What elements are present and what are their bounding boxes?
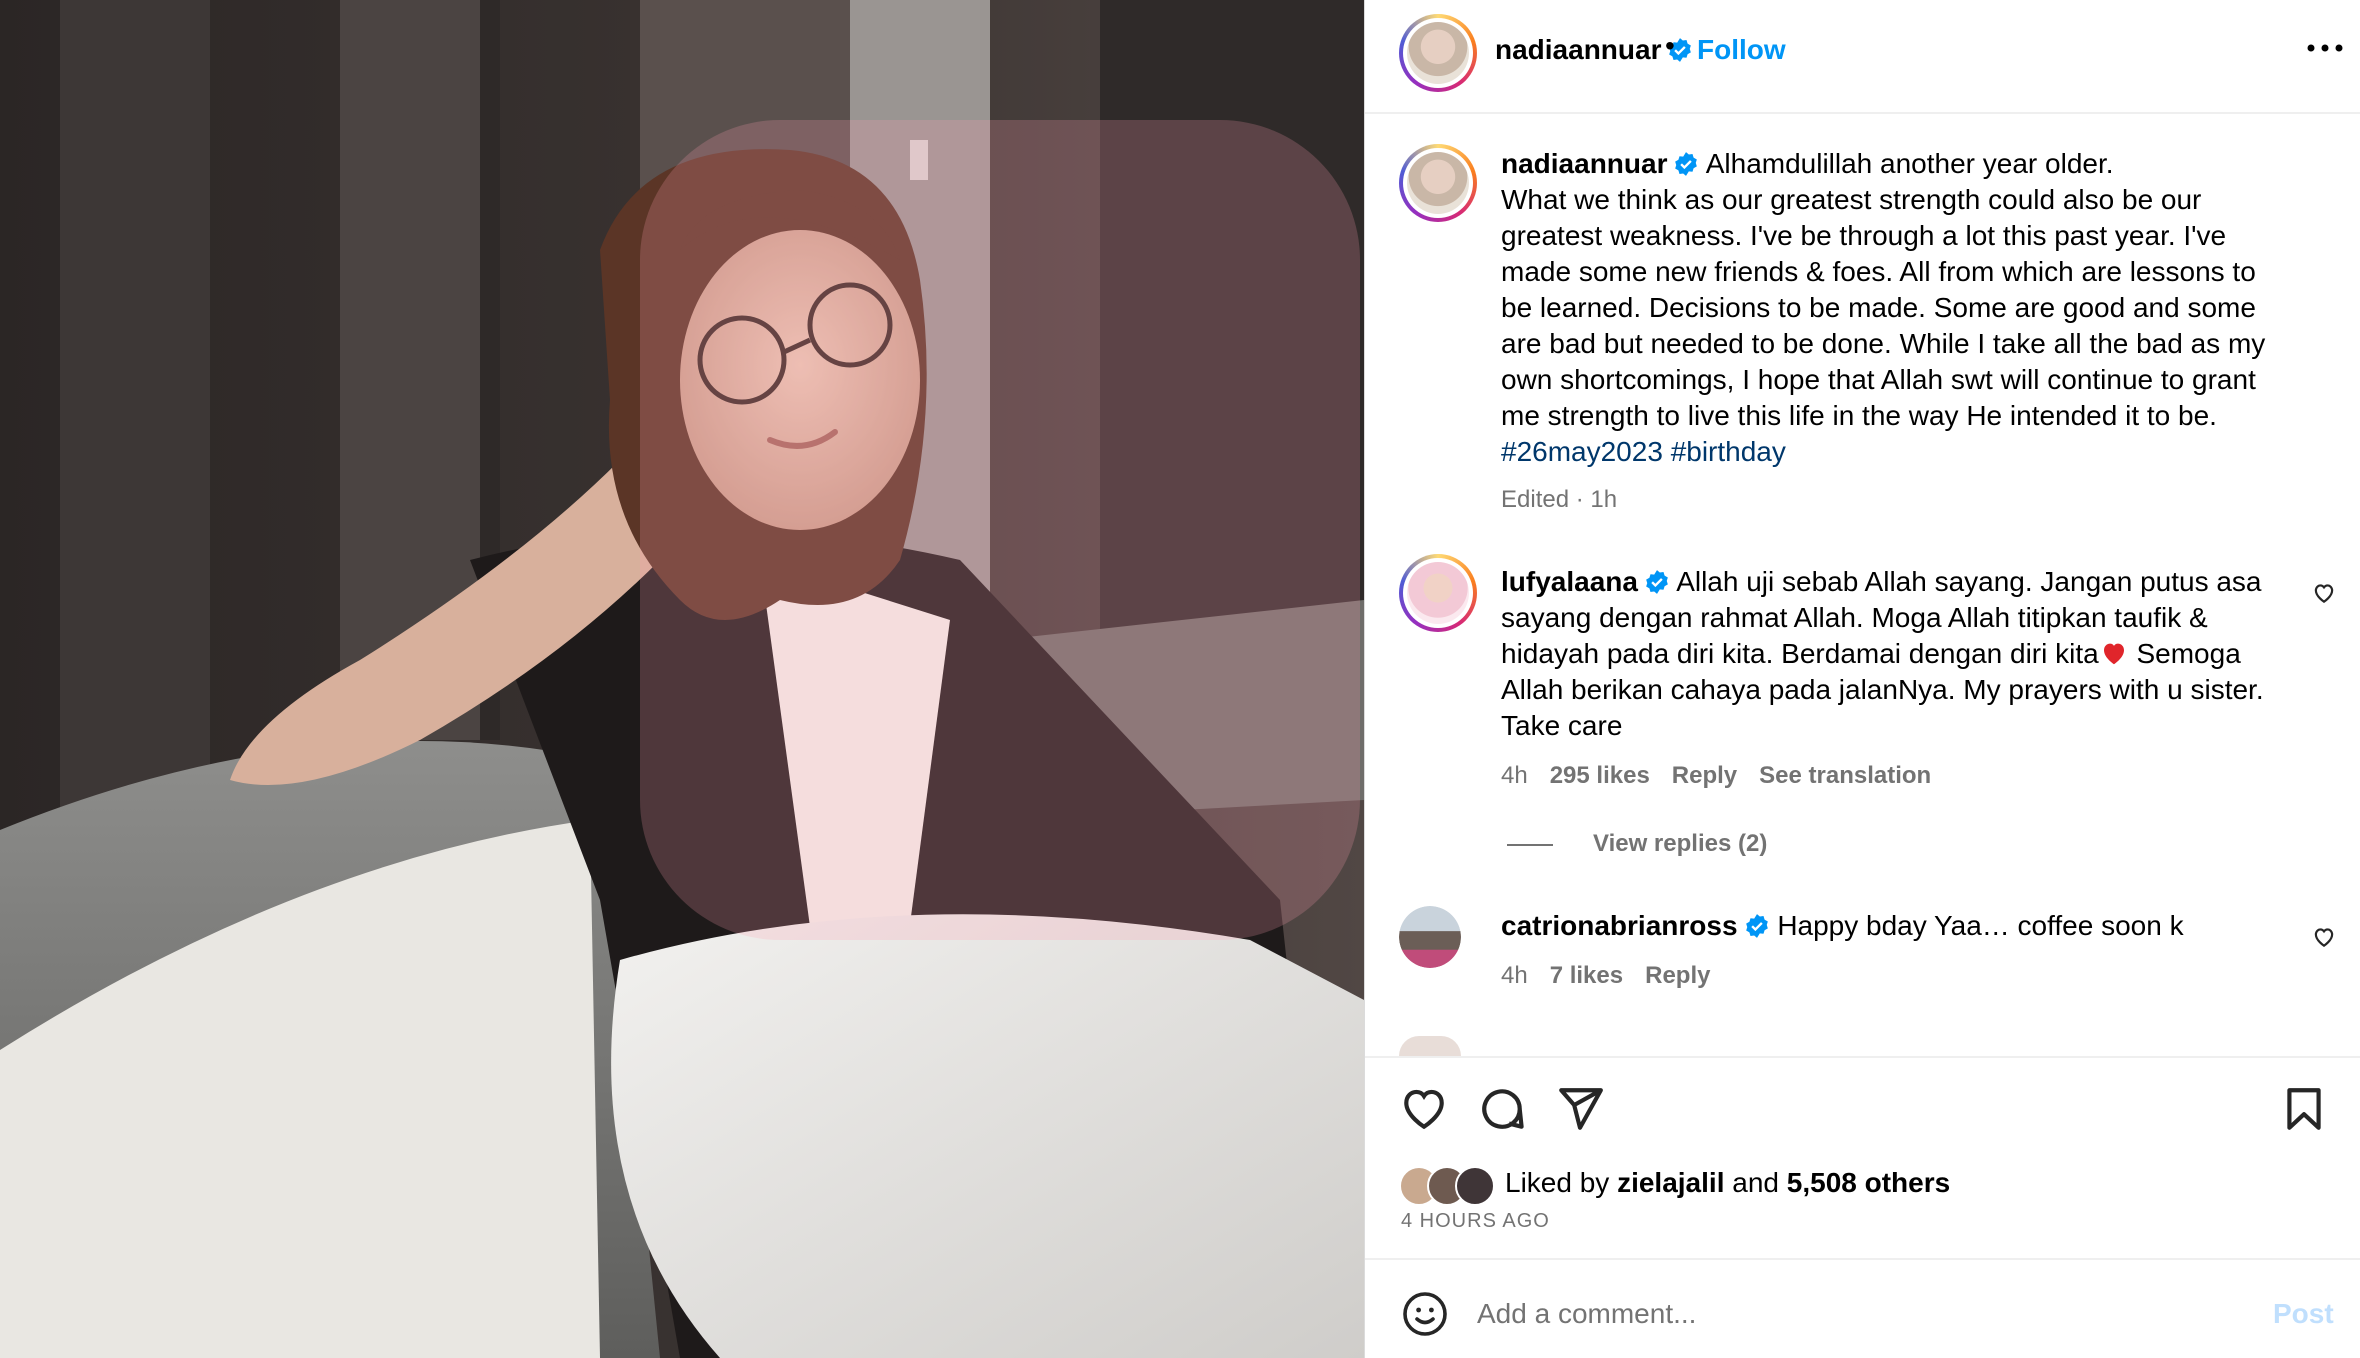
verified-icon	[1745, 914, 1768, 938]
caption-username[interactable]: nadiaannuar	[1501, 148, 1667, 179]
caption-first-line: Alhamdulillah another year older.	[1705, 148, 2114, 179]
replies-line	[1507, 843, 1553, 846]
comment-username[interactable]: catrionabrianross	[1501, 910, 1738, 941]
actions-divider	[1365, 1056, 2360, 1058]
author-username[interactable]: nadiaannuar	[1495, 34, 1661, 65]
liked-by-text: Liked by zielajalil and 5,508 others	[1505, 1167, 1950, 1199]
comment-avatar[interactable]	[1399, 906, 1461, 968]
caption-line: me strength to live this life in the way…	[1501, 400, 2217, 431]
post-side-panel: nadiaannuar • Follow nadiaannuar Alhamdu…	[1364, 0, 2360, 1358]
bookmark-icon[interactable]	[2279, 1084, 2329, 1134]
caption-line: made some new friends & foes. All from w…	[1501, 256, 2256, 287]
comment-input[interactable]	[1477, 1292, 2177, 1336]
post-photo[interactable]	[0, 0, 1364, 1358]
liker-username[interactable]: zielajalil	[1617, 1167, 1724, 1198]
comment-username[interactable]: lufyalaana	[1501, 566, 1638, 597]
verified-icon	[1646, 570, 1668, 594]
comment-text: Take care	[1501, 710, 1623, 741]
comment-likes[interactable]: 7 likes	[1550, 962, 1623, 989]
follow-button[interactable]: Follow	[1697, 34, 1786, 66]
comment-text: Semoga	[2128, 638, 2241, 669]
view-replies-label: View replies (2)	[1593, 830, 1768, 857]
see-translation-button[interactable]: See translation	[1759, 762, 1931, 789]
instagram-post-view: nadiaannuar • Follow nadiaannuar Alhamdu…	[0, 0, 2360, 1358]
comment-likes[interactable]: 295 likes	[1550, 762, 1650, 789]
like-comment-heart-icon[interactable]	[2311, 924, 2337, 950]
comment-text: sayang dengan rahmat Allah. Moga Allah t…	[1501, 602, 2208, 633]
post-caption: nadiaannuar Alhamdulillah another year o…	[1501, 146, 2341, 470]
liked-by-and: and	[1724, 1167, 1787, 1198]
caption-line: are bad but needed to be done. While I t…	[1501, 328, 2266, 359]
post-timestamp[interactable]: 4 HOURS AGO	[1401, 1210, 1550, 1233]
more-icon[interactable]	[2305, 40, 2345, 56]
caption-avatar[interactable]	[1399, 144, 1477, 222]
comment-text: Allah uji sebab Allah sayang. Jangan put…	[1676, 566, 2262, 597]
hashtag-link[interactable]: #birthday	[1671, 436, 1786, 467]
header-divider	[1365, 112, 2360, 114]
likes-count[interactable]: 5,508 others	[1787, 1167, 1950, 1198]
post-image	[0, 0, 1364, 1358]
comment-avatar-partial	[1399, 1036, 1461, 1056]
author-avatar[interactable]	[1399, 14, 1477, 92]
liked-by-prefix: Liked by	[1505, 1167, 1618, 1198]
caption-line: greatest weakness. I've be through a lot…	[1501, 220, 2227, 251]
share-icon[interactable]	[1555, 1084, 1605, 1134]
comment-text: Allah berikan cahaya pada jalanNya. My p…	[1501, 674, 2264, 705]
caption-line: own shortcomings, I hope that Allah swt …	[1501, 364, 2256, 395]
liker-avatars[interactable]	[1399, 1166, 1499, 1206]
reply-button[interactable]: Reply	[1672, 762, 1737, 789]
comment-time: 4h	[1501, 762, 1528, 789]
verified-icon	[1675, 152, 1698, 176]
emoji-icon[interactable]	[1401, 1290, 1449, 1338]
separator-dot: •	[1665, 30, 1675, 61]
reply-button[interactable]: Reply	[1645, 962, 1710, 989]
comment-icon[interactable]	[1477, 1084, 1527, 1134]
comment-time: 4h	[1501, 962, 1528, 989]
caption-line: be learned. Decisions to be made. Some a…	[1501, 292, 2256, 323]
comment-body: lufyalaana Allah uji sebab Allah sayang.…	[1501, 564, 2311, 744]
like-comment-heart-icon[interactable]	[2311, 580, 2337, 606]
caption-line: What we think as our greatest strength c…	[1501, 184, 2202, 215]
like-heart-icon[interactable]	[1399, 1084, 1449, 1134]
post-comment-button[interactable]: Post	[2273, 1298, 2334, 1330]
hashtag-link[interactable]: #26may2023	[1501, 436, 1663, 467]
comment-avatar[interactable]	[1399, 554, 1477, 632]
red-heart-emoji-icon	[2103, 643, 2124, 665]
comment-body: catrionabrianross Happy bday Yaa… coffee…	[1501, 908, 2311, 944]
comment-text: Happy bday Yaa… coffee soon k	[1777, 910, 2184, 941]
comment-text: hidayah pada diri kita. Berdamai dengan …	[1501, 638, 2099, 669]
view-replies-button[interactable]: View replies (2)	[1507, 830, 1767, 858]
caption-edited-time: Edited · 1h	[1501, 486, 1618, 513]
comment-divider	[1365, 1258, 2360, 1260]
